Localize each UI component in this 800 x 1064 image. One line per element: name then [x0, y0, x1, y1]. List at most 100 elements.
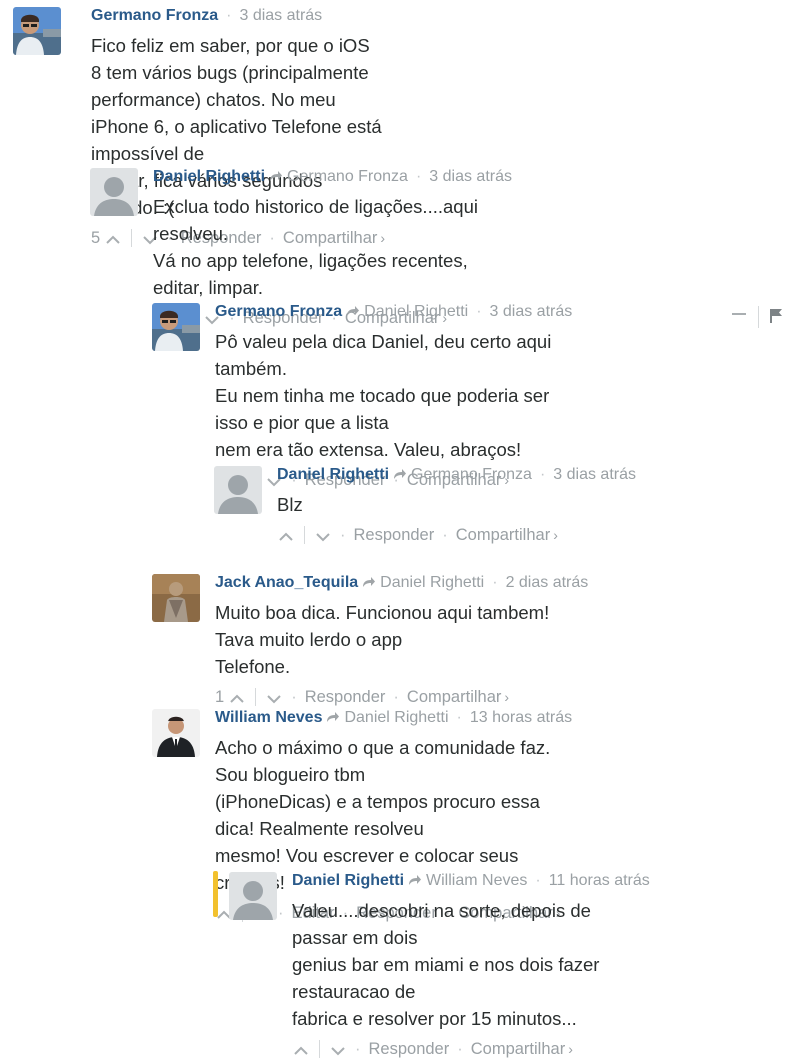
vote-controls — [292, 1040, 347, 1058]
vote-divider — [255, 688, 257, 706]
reply-arrow-icon — [269, 168, 283, 185]
reply-arrow-icon — [362, 574, 376, 591]
new-comment-highlight-bar — [213, 871, 218, 917]
reply-to-name[interactable]: Daniel Righetti — [380, 574, 484, 591]
timestamp[interactable]: 3 dias atrás — [490, 303, 573, 320]
comment-text: Muito boa dica. Funcionou aqui tambem! T… — [215, 599, 588, 680]
vote-controls: 1 — [215, 686, 283, 708]
separator-dot: · — [393, 688, 399, 706]
comment-text-line: Blz — [277, 494, 303, 515]
separator-dot: · — [476, 303, 482, 320]
chevron-right-icon: › — [553, 527, 558, 543]
flag-icon[interactable] — [770, 309, 782, 323]
comment-text: Pô valeu pela dica Daniel, deu certo aqu… — [215, 328, 572, 463]
share-label: Compartilhar — [406, 688, 502, 706]
upvote-icon[interactable] — [292, 1042, 310, 1056]
separator-dot: · — [457, 1040, 463, 1058]
separator-dot: · — [291, 688, 297, 706]
vote-count: 5 — [91, 229, 101, 247]
comment-text-line: Vá no app telefone, ligações recentes, e… — [153, 250, 468, 298]
reply-arrow-icon — [346, 303, 360, 320]
comment-text-line: Fico feliz em saber, por que o iOS 8 tem… — [91, 35, 370, 83]
comment-text: Blz — [277, 491, 636, 518]
avatar[interactable] — [90, 168, 138, 216]
avatar[interactable] — [214, 466, 262, 514]
comment-meta: Daniel Righetti Germano Fronza · 3 dias atr… — [277, 465, 636, 485]
reply-label: Responder — [353, 526, 435, 544]
comment-meta: Jack Anao_Tequila Daniel Righetti · 2 dias … — [215, 573, 588, 593]
vote-divider — [304, 526, 305, 544]
chevron-right-icon: › — [568, 1041, 573, 1057]
separator-dot: · — [539, 466, 546, 483]
separator-dot: · — [340, 526, 346, 544]
timestamp[interactable]: 11 horas atrás — [549, 872, 650, 889]
comment-text-line: Acho o máximo o que a comunidade faz. So… — [215, 737, 551, 785]
comment-meta: Daniel Righetti William Neves · 11 horas at… — [292, 871, 650, 891]
comment-text-line: Muito boa dica. Funcionou aqui tambem! T… — [215, 602, 550, 650]
reply-to-name[interactable]: Daniel Righetti — [344, 709, 448, 726]
avatar[interactable] — [152, 574, 200, 622]
timestamp[interactable]: 3 dias atrás — [553, 466, 636, 483]
author-name[interactable]: William Neves — [215, 709, 322, 726]
timestamp[interactable]: 3 dias atrás — [239, 7, 322, 24]
share-label: Compartilhar — [470, 1040, 566, 1058]
reply-label: Responder — [304, 688, 386, 706]
author-name[interactable]: Jack Anao_Tequila — [215, 574, 358, 591]
separator-dot: · — [415, 168, 422, 185]
avatar[interactable] — [13, 7, 61, 55]
separator-dot: · — [278, 904, 284, 922]
share-button[interactable]: Compartilhar › — [456, 524, 558, 546]
timestamp[interactable]: 13 horas atrás — [470, 709, 572, 726]
timestamp[interactable]: 3 dias atrás — [429, 168, 512, 185]
chevron-right-icon: › — [504, 689, 510, 705]
reply-label: Responder — [368, 1040, 450, 1058]
downvote-icon[interactable] — [314, 528, 332, 542]
comment-text: Valeu....descobri na sorte, depois de pa… — [292, 897, 650, 1032]
reply-to-name[interactable]: Daniel Righetti — [364, 303, 468, 320]
comment-text-line: Telefone. — [215, 656, 291, 677]
author-name[interactable]: Germano Fronza — [91, 7, 218, 24]
reply-arrow-icon — [393, 466, 407, 483]
comment-actions: 1 · Responder · Compartilhar › — [215, 686, 588, 708]
avatar[interactable] — [229, 872, 277, 920]
avatar[interactable] — [152, 709, 200, 757]
comment-text-line: performance) chatos. No meu iPhone 6, o … — [91, 89, 382, 164]
reply-button[interactable]: Responder — [305, 686, 386, 708]
reply-to-name[interactable]: Germano Fronza — [287, 168, 408, 185]
author-name[interactable]: Daniel Righetti — [292, 872, 404, 889]
comment-text-line: genius bar em miami e nos dois fazer res… — [292, 954, 600, 1002]
upvote-icon[interactable] — [228, 690, 246, 704]
reply-button[interactable]: Responder — [354, 524, 435, 546]
separator-dot: · — [456, 709, 462, 726]
comment-text-line: Valeu....descobri na sorte, depois de pa… — [292, 900, 591, 948]
vote-divider — [131, 229, 133, 247]
reply-to-name[interactable]: Germano Fronza — [411, 466, 532, 483]
share-label: Compartilhar — [455, 526, 551, 544]
collapse-icon[interactable] — [732, 305, 746, 321]
vote-controls — [277, 526, 332, 544]
upvote-icon[interactable] — [104, 231, 122, 245]
author-name[interactable]: Germano Fronza — [215, 303, 342, 320]
upvote-icon[interactable] — [277, 528, 295, 542]
comment-text-line: Pô valeu pela dica Daniel, deu certo aqu… — [215, 331, 552, 379]
timestamp[interactable]: 2 dias atrás — [506, 574, 589, 591]
reply-arrow-icon — [408, 872, 422, 889]
share-button[interactable]: Compartilhar › — [407, 686, 509, 708]
vote-controls: 5 — [91, 227, 159, 249]
downvote-icon[interactable] — [329, 1042, 347, 1056]
comment-actions: · Responder · Compartilhar › — [292, 1038, 650, 1060]
reply-to-name[interactable]: William Neves — [426, 872, 527, 889]
comment-meta: Daniel Righetti Germano Fronza · 3 dias atr… — [153, 167, 512, 187]
comment-meta: Germano Fronza Daniel Righetti · 3 dias atr… — [215, 302, 572, 322]
comment-text-line: (iPhoneDicas) e a tempos procuro essa di… — [215, 791, 540, 839]
comment-actions: · Responder · Compartilhar › — [277, 524, 636, 546]
comment-text: Exclua todo historico de ligações....aqu… — [153, 193, 512, 301]
author-name[interactable]: Daniel Righetti — [277, 466, 389, 483]
separator-dot: · — [226, 7, 232, 24]
author-name[interactable]: Daniel Righetti — [153, 168, 265, 185]
share-button[interactable]: Compartilhar › — [471, 1038, 573, 1060]
comment-meta: William Neves Daniel Righetti · 13 horas at… — [215, 708, 572, 728]
downvote-icon[interactable] — [265, 690, 283, 704]
avatar[interactable] — [152, 303, 200, 351]
reply-button[interactable]: Responder — [369, 1038, 450, 1060]
